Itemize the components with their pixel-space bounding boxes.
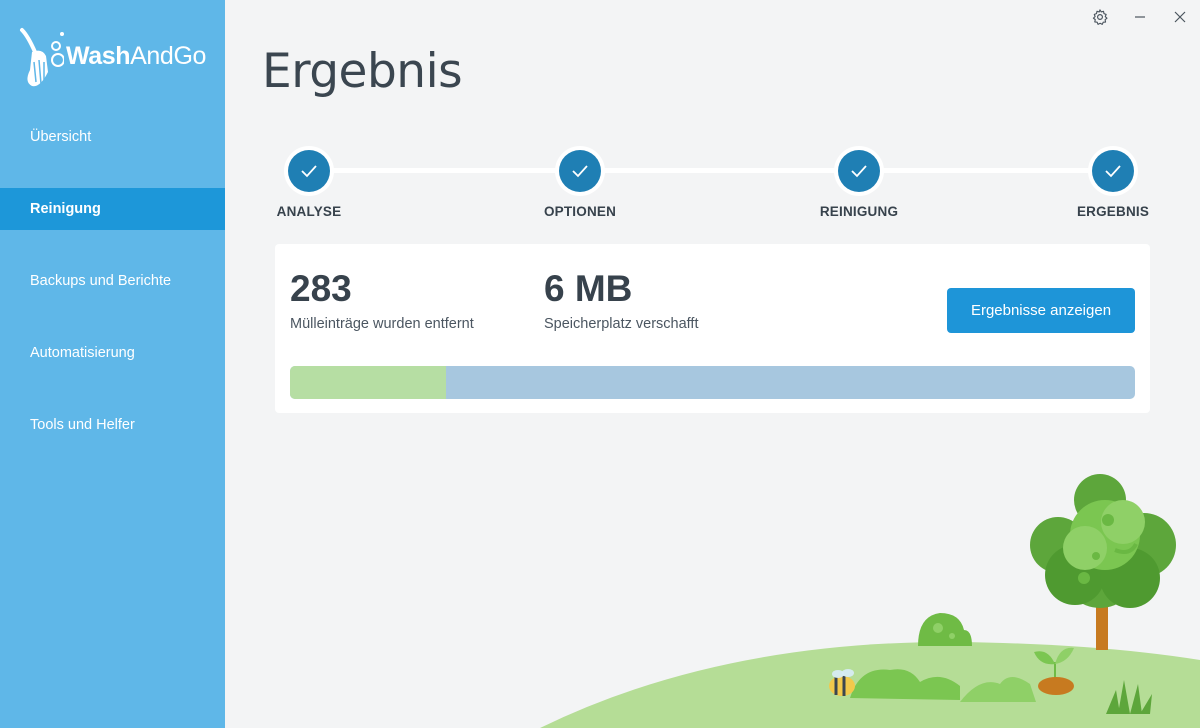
show-results-button[interactable]: Ergebnisse anzeigen: [947, 288, 1135, 333]
sidebar-item-uebersicht[interactable]: Übersicht: [0, 116, 225, 158]
space-value: 6 MB: [544, 268, 633, 309]
minimize-button[interactable]: [1120, 6, 1160, 28]
step-check-icon: [288, 150, 330, 192]
page-title: Ergebnis: [262, 44, 463, 99]
step-check-icon: [838, 150, 880, 192]
sidebar-nav: Übersicht Reinigung Backups und Berichte…: [0, 116, 225, 476]
bee-icon: [829, 669, 855, 696]
step-reinigung: REINIGUNG: [789, 146, 929, 219]
sidebar: WashAndGo Übersicht Reinigung Backups un…: [0, 0, 225, 728]
close-icon: [1174, 11, 1186, 23]
sidebar-item-automatisierung[interactable]: Automatisierung: [0, 332, 225, 374]
step-optionen: OPTIONEN: [510, 146, 650, 219]
step-check-icon: [559, 150, 601, 192]
sidebar-item-reinigung[interactable]: Reinigung: [0, 188, 225, 230]
entries-label: Mülleinträge wurden entfernt: [290, 316, 474, 332]
result-card: 283 Mülleinträge wurden entfernt 6 MB Sp…: [275, 244, 1150, 413]
entries-value: 283: [290, 268, 352, 309]
sidebar-item-backups[interactable]: Backups und Berichte: [0, 260, 225, 302]
step-label: ERGEBNIS: [1076, 204, 1150, 219]
close-button[interactable]: [1160, 6, 1200, 28]
decorative-landscape: [540, 470, 1200, 728]
progress-stepper: ANALYSE OPTIONEN REINIGUNG ERGEBNIS: [275, 146, 1150, 226]
progress-fill: [290, 366, 447, 399]
settings-button[interactable]: [1080, 6, 1120, 28]
space-label: Speicherplatz verschafft: [544, 316, 699, 332]
step-analyse: ANALYSE: [239, 146, 379, 219]
logo-text: WashAndGo: [66, 41, 206, 70]
step-label: ANALYSE: [276, 204, 342, 219]
broom-logo-icon: [18, 26, 65, 90]
stat-entries: 283 Mülleinträge wurden entfernt: [290, 268, 474, 332]
tree: [1030, 474, 1176, 650]
step-ergebnis: ERGEBNIS: [1043, 146, 1183, 219]
step-check-icon: [1092, 150, 1134, 192]
stepper-track: [309, 168, 1120, 173]
step-label: OPTIONEN: [543, 204, 617, 219]
step-label: REINIGUNG: [819, 204, 899, 219]
cleanup-progress-bar: [290, 366, 1135, 399]
small-bush: [918, 613, 972, 646]
gear-icon: [1092, 9, 1108, 25]
sidebar-item-tools[interactable]: Tools und Helfer: [0, 404, 225, 446]
stat-space: 6 MB Speicherplatz verschafft: [544, 268, 698, 332]
window-controls: [1080, 6, 1200, 28]
app-logo: WashAndGo: [18, 26, 206, 90]
minimize-icon: [1135, 16, 1145, 18]
